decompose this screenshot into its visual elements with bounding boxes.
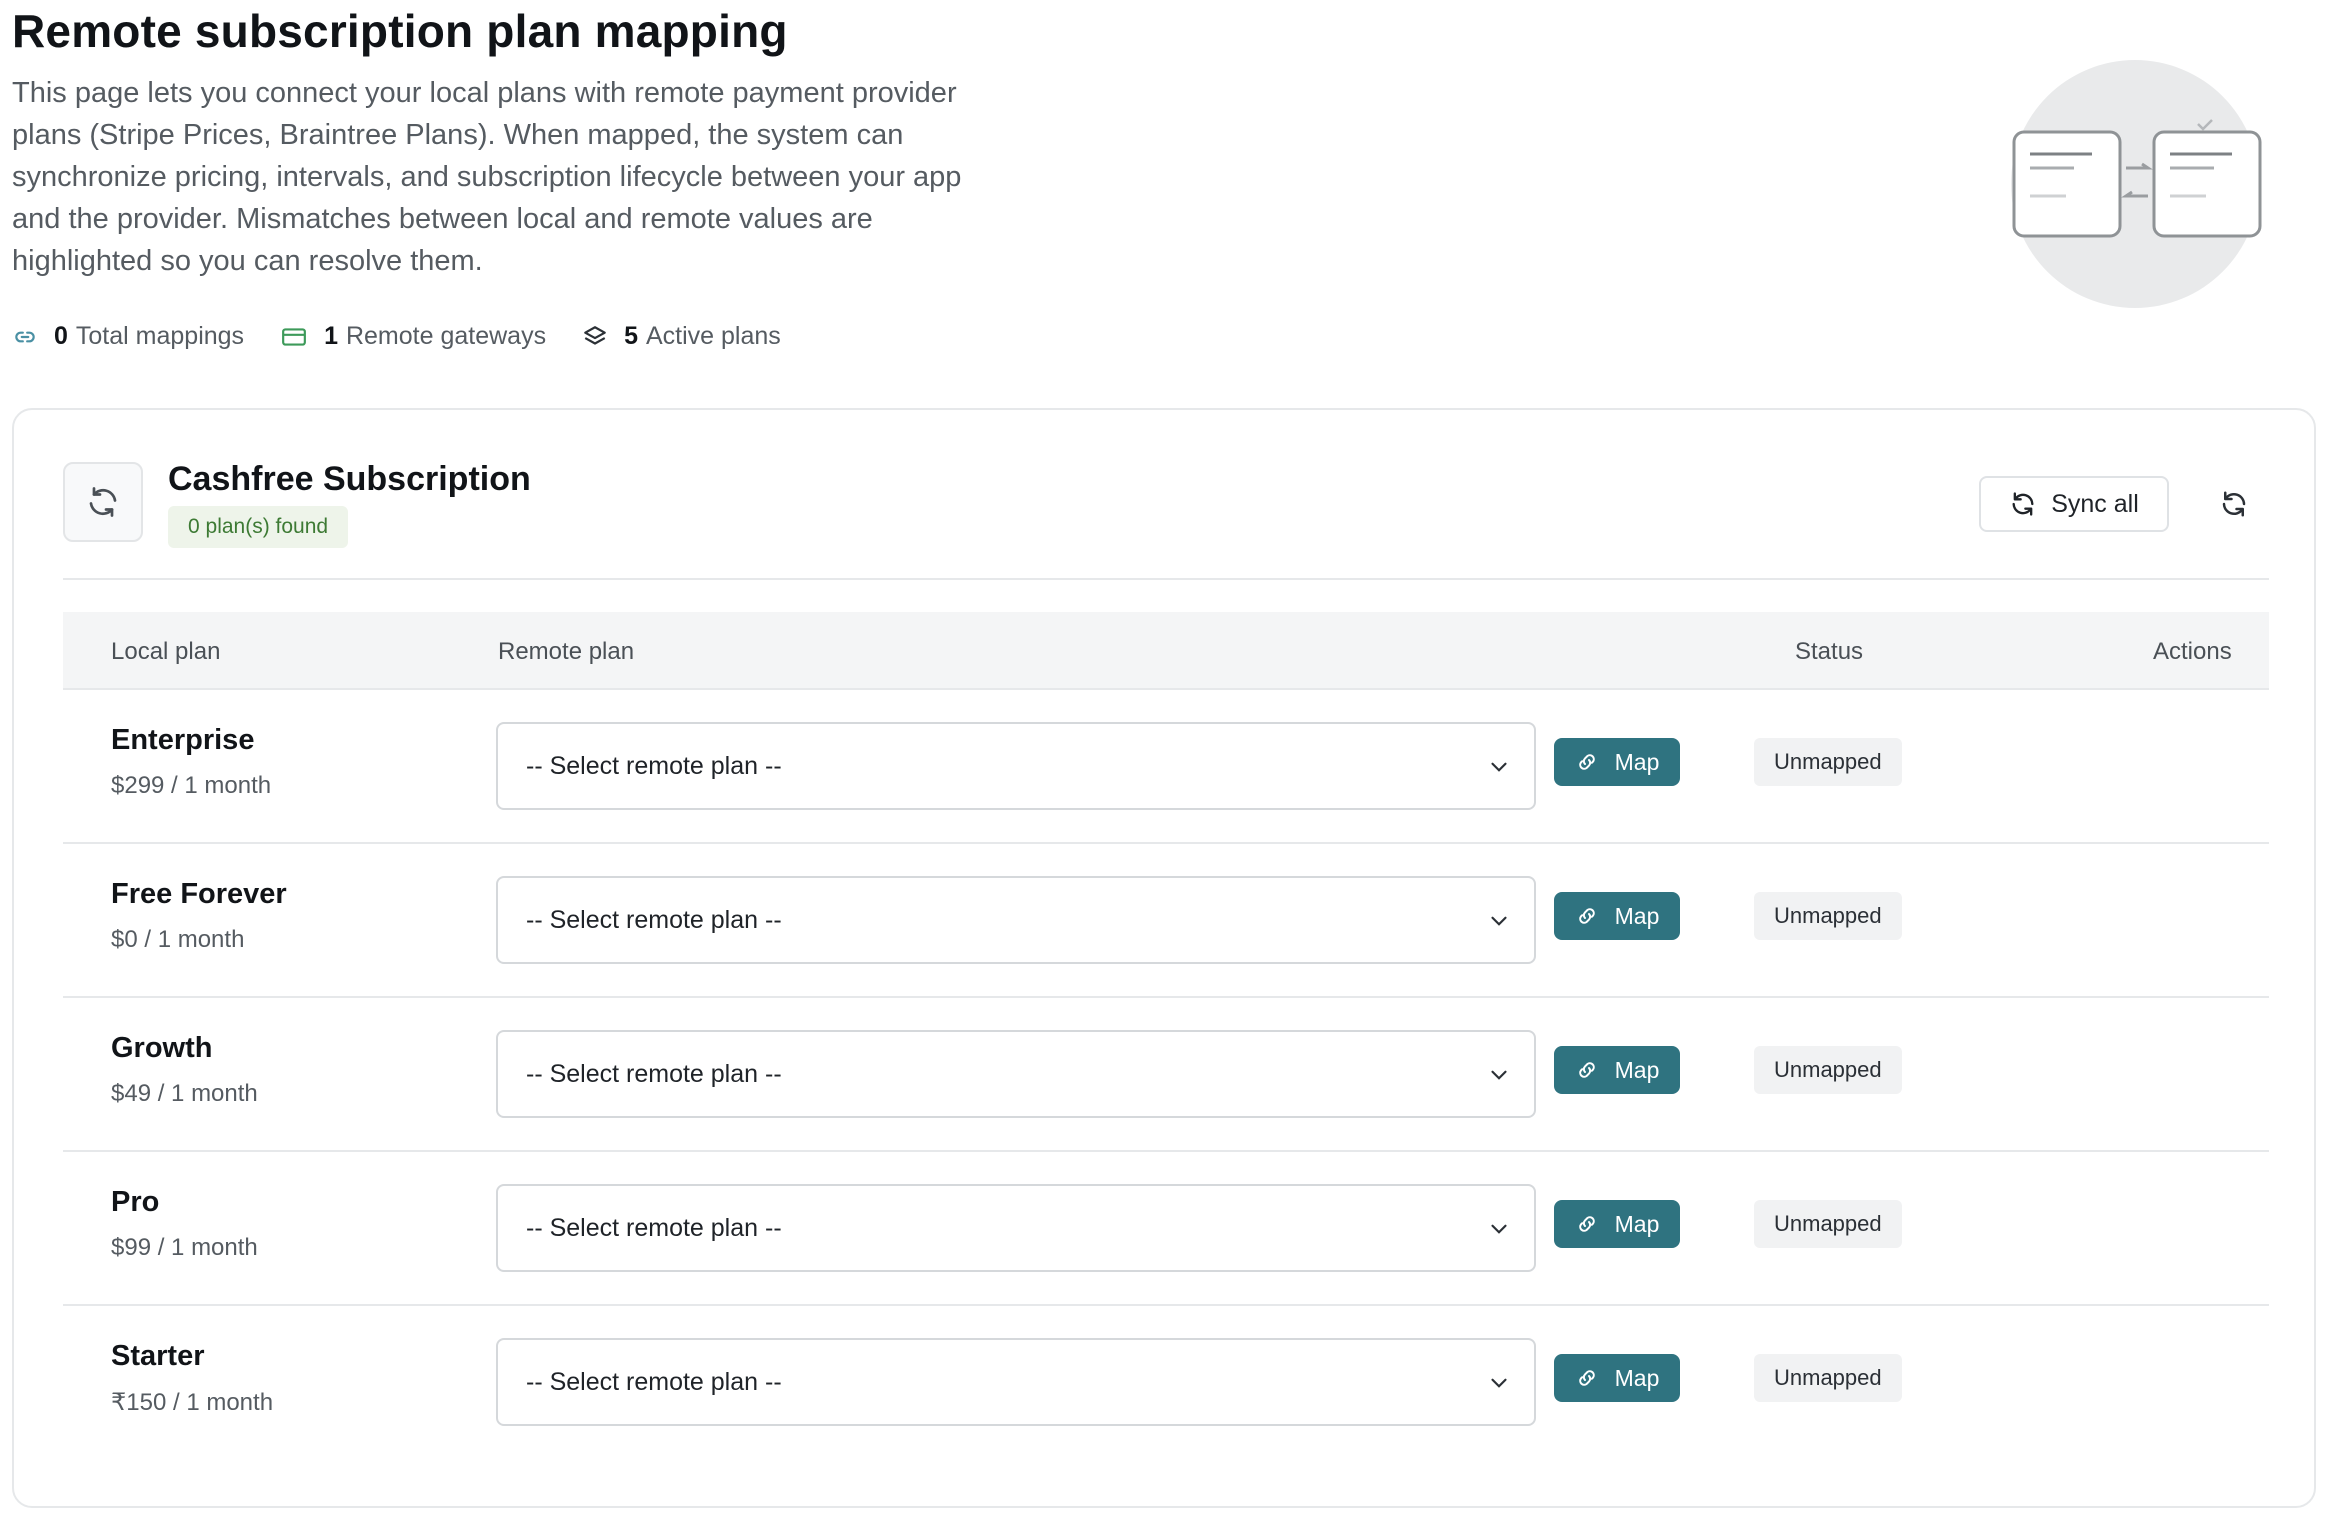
layers-icon [584,325,606,345]
sync-all-button[interactable]: Sync all [1979,476,2169,532]
page-description: This page lets you connect your local pl… [12,77,962,277]
link-icon [1578,754,1595,770]
column-header-remote-plan: Remote plan [498,638,635,665]
local-plan-name: Enterprise [111,724,255,756]
local-plan-name: Pro [111,1186,160,1218]
stat-count: 0 [54,322,68,350]
remote-plan-select[interactable]: -- Select remote plan -- [496,1030,1536,1118]
stat-total-mappings: 0 Total mappings [12,322,244,351]
remote-plan-select-value: -- Select remote plan -- [526,1367,782,1396]
map-button-label: Map [1614,902,1660,929]
card-divider [63,578,2269,580]
mapping-illustration [2011,60,2262,308]
status-badge: Unmapped [1754,1046,1902,1094]
status-badge: Unmapped [1754,892,1902,940]
remote-plan-select[interactable]: -- Select remote plan -- [496,722,1536,810]
link-icon [1578,1216,1595,1232]
stat-count: 5 [624,322,638,350]
gateway-icon-box [63,462,143,542]
map-button[interactable]: Map [1554,1354,1680,1402]
stat-remote-gateways: 1 Remote gateways [280,322,546,351]
local-plan-price: $0 / 1 month [111,926,245,953]
column-header-status: Status [1795,638,1864,665]
local-plan-name: Growth [111,1032,213,1064]
table-header: Local plan Remote plan Status Actions [63,612,2269,690]
map-button[interactable]: Map [1554,738,1680,786]
status-badge: Unmapped [1754,1200,1902,1248]
local-plan-name: Free Forever [111,878,287,910]
table-row: Pro $99 / 1 month -- Select remote plan … [63,1152,2269,1306]
table-row: Free Forever $0 / 1 month -- Select remo… [63,844,2269,998]
remote-plan-select[interactable]: -- Select remote plan -- [496,1338,1536,1426]
stat-active-plans: 5 Active plans [582,322,781,351]
plans-found-badge: 0 plan(s) found [168,506,349,548]
map-button[interactable]: Map [1554,1046,1680,1094]
map-button-label: Map [1614,1210,1660,1237]
remote-plan-select-value: -- Select remote plan -- [526,1059,782,1088]
local-plan-price: $99 / 1 month [111,1234,258,1261]
remote-plan-select[interactable]: -- Select remote plan -- [496,876,1536,964]
page-title: Remote subscription plan mapping [12,5,788,57]
refresh-button[interactable] [2212,482,2256,526]
link-icon [1578,908,1595,924]
map-button-label: Map [1614,748,1660,775]
remote-plan-select-value: -- Select remote plan -- [526,751,782,780]
local-plan-price: $49 / 1 month [111,1080,258,1107]
sync-icon [89,487,117,517]
sync-icon [2012,492,2034,516]
table-row: Starter ₹150 / 1 month -- Select remote … [63,1306,2269,1460]
stat-count: 1 [324,322,338,350]
local-plan-price: ₹150 / 1 month [111,1389,274,1416]
gateway-card: Cashfree Subscription 0 plan(s) found Sy… [12,408,2316,1508]
map-button[interactable]: Map [1554,892,1680,940]
remote-plan-select-value: -- Select remote plan -- [526,1213,782,1242]
map-button[interactable]: Map [1554,1200,1680,1248]
local-plan-name: Starter [111,1340,205,1372]
remote-plan-select-value: -- Select remote plan -- [526,905,782,934]
column-header-actions: Actions [2153,638,2232,665]
map-button-label: Map [1614,1056,1660,1083]
stat-label: Total mappings [75,322,245,350]
chevron-down-icon [1491,916,1507,926]
chevron-down-icon [1491,762,1507,772]
local-plan-price: $299 / 1 month [111,772,272,799]
status-badge: Unmapped [1754,1354,1902,1402]
page-header: Remote subscription plan mapping This pa… [12,0,1012,282]
chevron-down-icon [1491,1378,1507,1388]
remote-plan-select[interactable]: -- Select remote plan -- [496,1184,1536,1272]
stat-label: Active plans [645,322,781,350]
status-badge: Unmapped [1754,738,1902,786]
table-row: Growth $49 / 1 month -- Select remote pl… [63,998,2269,1152]
credit-card-icon [282,327,306,346]
stat-label: Remote gateways [345,322,547,350]
table-row: Enterprise $299 / 1 month -- Select remo… [63,690,2269,844]
link-icon [15,331,35,342]
map-button-label: Map [1614,1364,1660,1391]
gateway-name: Cashfree Subscription [168,460,531,498]
link-icon [1578,1370,1595,1386]
refresh-icon [2222,491,2246,517]
chevron-down-icon [1491,1070,1507,1080]
stats-bar: 0 Total mappings 1 Remote gateways 5 Act… [12,322,817,351]
column-header-local-plan: Local plan [111,638,221,665]
chevron-down-icon [1491,1224,1507,1234]
link-icon [1578,1062,1595,1078]
sync-all-label: Sync all [2051,489,2139,518]
